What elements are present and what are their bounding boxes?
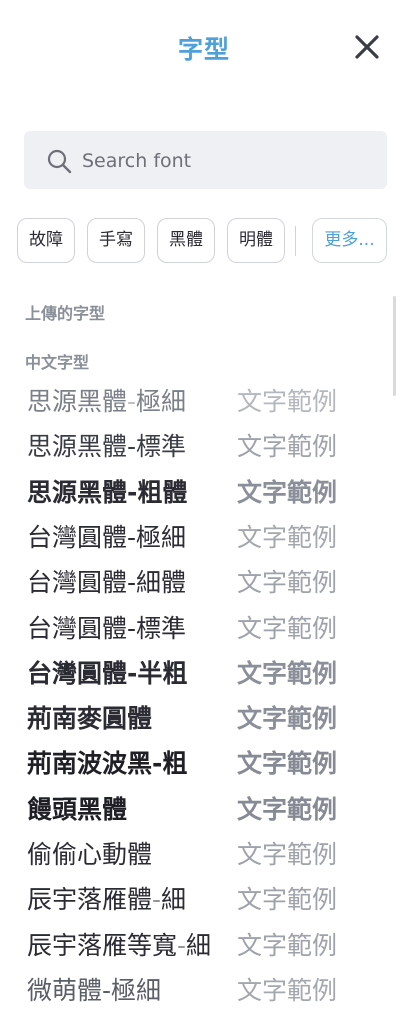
font-sample: 文字範例 — [237, 432, 338, 462]
font-name: 台灣圓體-標準 — [27, 613, 187, 643]
font-list-item[interactable]: 辰宇落雁等寬-細 文字範例 — [0, 924, 408, 968]
font-sample: 文字範例 — [237, 930, 338, 960]
font-list-item[interactable]: 思源黑體-標準 文字範例 — [0, 425, 408, 469]
chip-sans[interactable]: 黑體 — [157, 218, 215, 263]
font-sample: 文字範例 — [237, 568, 338, 598]
font-list-item[interactable]: 台灣圓體-半粗 文字範例 — [0, 652, 408, 696]
font-name: 偷偷心動體 — [27, 840, 153, 869]
font-list-item[interactable]: 台灣圓體-標準 文字範例 — [0, 607, 408, 651]
section-uploaded-fonts: 上傳的字型 — [25, 304, 106, 323]
scrollbar[interactable] — [393, 296, 396, 396]
close-icon — [355, 35, 379, 59]
font-sample: 文字範例 — [237, 477, 338, 507]
chip-serif[interactable]: 明體 — [227, 218, 285, 263]
font-name: 台灣圓體-半粗 — [27, 658, 188, 688]
font-list-item[interactable]: 饅頭黑體 文字範例 — [0, 788, 408, 832]
more-button[interactable]: 更多... — [312, 218, 387, 263]
font-name: 辰宇落雁體-細 — [27, 885, 187, 915]
font-list-item[interactable]: 辰宇落雁體-細 文字範例 — [0, 878, 408, 922]
font-name: 台灣圓體-極細 — [27, 522, 187, 552]
font-list-item[interactable]: 荊南麥圓體 文字範例 — [0, 697, 408, 741]
font-sample: 文字範例 — [237, 840, 338, 869]
font-sample: 文字範例 — [237, 613, 338, 643]
close-button[interactable] — [350, 30, 384, 64]
search-bar[interactable] — [24, 131, 387, 191]
font-sample: 文字範例 — [237, 658, 338, 688]
font-name: 荊南波波黑-粗 — [27, 749, 188, 779]
font-sample: 文字範例 — [237, 522, 338, 552]
font-name: 台灣圓體-細體 — [27, 568, 187, 598]
font-list-item[interactable]: 台灣圓體-極細 文字範例 — [0, 516, 408, 560]
font-name: 思源黑體-標準 — [27, 432, 187, 462]
font-list: 思源黑體-極細 文字範例 思源黑體-標準 文字範例 思源黑體-粗體 文字範例 台灣圓體-極細… — [0, 380, 408, 1024]
chip-handwriting[interactable]: 手寫 — [87, 218, 145, 263]
font-sample: 文字範例 — [237, 975, 338, 1005]
font-sample: 文字範例 — [237, 794, 338, 824]
font-list-item[interactable]: 台灣圓體-細體 文字範例 — [0, 561, 408, 605]
font-sample: 文字範例 — [237, 704, 338, 734]
font-sample: 文字範例 — [237, 387, 338, 416]
font-list-item[interactable]: 微萌體-極細 文字範例 — [0, 969, 408, 1013]
font-list-item[interactable]: 荊南波波黑-粗 文字範例 — [0, 742, 408, 786]
font-name: 辰宇落雁等寬-細 — [27, 930, 212, 960]
category-chips: 故障 手寫 黑體 明體 更多... — [17, 218, 397, 264]
header: 字型 — [0, 0, 408, 96]
font-sample: 文字範例 — [237, 885, 338, 915]
font-list-item[interactable]: 偷偷心動體 文字範例 — [0, 833, 408, 877]
section-chinese-fonts: 中文字型 — [25, 353, 90, 372]
font-name: 思源黑體-粗體 — [27, 477, 188, 507]
font-name: 思源黑體-極細 — [27, 387, 187, 416]
font-list-item[interactable]: 思源黑體-極細 文字範例 — [0, 380, 408, 424]
page-title: 字型 — [177, 35, 230, 64]
chip-glitch[interactable]: 故障 — [17, 218, 75, 263]
chip-divider — [295, 226, 296, 256]
search-icon — [47, 149, 72, 174]
search-input[interactable] — [80, 131, 374, 191]
font-sample: 文字範例 — [237, 749, 338, 779]
font-list-item[interactable]: 思源黑體-粗體 文字範例 — [0, 471, 408, 515]
font-name: 荊南麥圓體 — [27, 704, 153, 734]
font-name: 饅頭黑體 — [27, 794, 128, 824]
font-name: 微萌體-極細 — [27, 975, 162, 1005]
